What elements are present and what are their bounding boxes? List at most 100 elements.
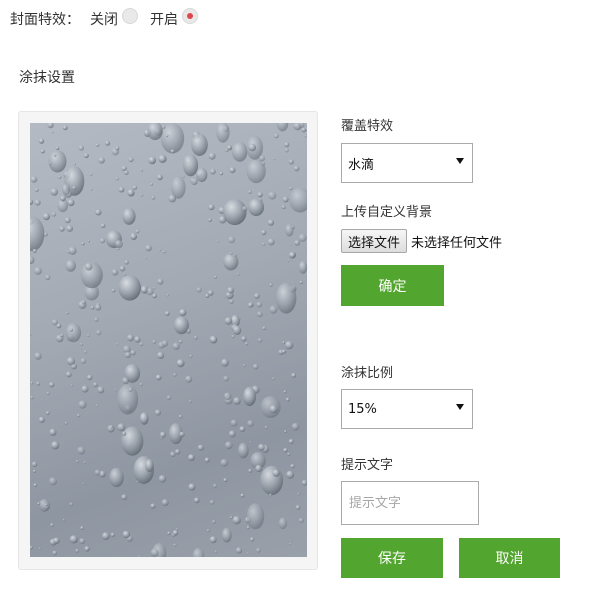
water-drop: [81, 299, 86, 305]
water-drop: [233, 325, 242, 335]
water-drop: [38, 547, 41, 550]
water-drop: [49, 382, 55, 388]
water-drop: [83, 153, 89, 159]
water-drop: [127, 189, 135, 197]
water-drop: [281, 205, 286, 210]
water-drop: [232, 142, 248, 162]
water-drop: [150, 182, 154, 186]
water-drop: [172, 530, 179, 536]
smear-ratio-select[interactable]: 15%: [341, 389, 473, 429]
water-drop: [299, 280, 303, 285]
water-drop: [81, 242, 85, 246]
water-drop: [68, 246, 77, 255]
water-drop: [30, 256, 35, 265]
water-drop: [114, 240, 123, 249]
water-drop: [214, 550, 218, 553]
cancel-button[interactable]: 取消: [459, 538, 560, 578]
water-drop: [290, 464, 295, 469]
water-drop: [269, 493, 272, 497]
water-drop: [282, 196, 289, 203]
water-drop: [50, 522, 55, 528]
cover-effect-on-option[interactable]: 开启: [150, 8, 198, 29]
water-drop: [30, 216, 45, 252]
water-drop: [95, 209, 102, 216]
water-drop: [293, 123, 302, 131]
smear-ratio-label: 涂抹比例: [341, 366, 394, 381]
water-drop: [240, 493, 245, 498]
water-drop: [48, 150, 67, 173]
water-drop: [257, 192, 263, 198]
cover-effect-off-option[interactable]: 关闭: [90, 8, 138, 29]
water-drop: [30, 395, 34, 400]
water-drop: [272, 469, 280, 477]
water-drop: [168, 194, 177, 203]
water-drop: [67, 199, 75, 207]
water-drop: [94, 317, 99, 322]
water-drop: [295, 505, 301, 510]
water-drop: [189, 354, 193, 358]
water-drop: [173, 316, 189, 335]
cover-effect-on-radio[interactable]: [182, 8, 198, 24]
choose-file-button[interactable]: 选择文件: [341, 229, 408, 253]
water-drop: [80, 526, 84, 530]
water-drop: [150, 548, 159, 557]
water-drop: [269, 283, 273, 287]
water-drop: [30, 199, 34, 205]
water-drop: [51, 319, 58, 326]
water-drop: [122, 530, 130, 539]
water-drop: [247, 302, 253, 308]
water-drop: [130, 233, 137, 240]
water-drop: [229, 299, 234, 304]
water-drop: [267, 219, 274, 226]
water-drop: [161, 340, 169, 347]
water-drop: [30, 545, 33, 550]
water-drop: [284, 430, 287, 433]
water-drop: [175, 527, 179, 531]
water-drop: [189, 400, 192, 403]
water-drop: [95, 304, 102, 311]
water-drop: [242, 206, 248, 212]
water-drop: [135, 229, 140, 234]
overlay-effect-select[interactable]: 水滴: [341, 143, 473, 183]
water-drop: [70, 384, 73, 387]
water-drop: [218, 216, 227, 224]
water-drop: [285, 341, 294, 350]
water-drop: [100, 223, 106, 229]
water-drop: [235, 547, 243, 554]
water-drop: [40, 149, 45, 154]
water-drop: [150, 503, 156, 509]
cover-effect-off-label: 关闭: [90, 12, 118, 28]
water-drop: [247, 420, 254, 427]
water-drop: [197, 444, 204, 451]
water-drop: [80, 342, 84, 346]
save-button[interactable]: 保存: [341, 538, 443, 578]
water-drop: [267, 238, 275, 246]
water-drop: [301, 127, 307, 133]
water-drop: [227, 145, 232, 151]
water-drop: [304, 135, 307, 138]
water-drop: [122, 207, 136, 225]
water-drop: [81, 385, 89, 393]
upload-background-label: 上传自定义背景: [341, 205, 433, 220]
water-drop: [224, 317, 233, 325]
water-drop: [72, 185, 77, 191]
water-drop: [269, 405, 278, 414]
water-drop: [221, 358, 229, 367]
water-drop: [301, 479, 307, 486]
hint-text-input[interactable]: [341, 481, 479, 525]
water-drop: [294, 239, 301, 246]
water-drop: [298, 260, 307, 274]
water-drop: [69, 535, 78, 544]
water-drop: [90, 188, 93, 191]
water-drop: [99, 238, 106, 244]
water-drop: [77, 446, 86, 455]
water-drop: [206, 529, 210, 533]
confirm-button[interactable]: 确定: [341, 265, 444, 306]
water-drop: [62, 183, 71, 196]
cover-effect-off-radio[interactable]: [122, 8, 138, 24]
water-drop: [122, 377, 130, 385]
cover-effect-on-label: 开启: [150, 12, 178, 28]
water-drop: [95, 404, 99, 407]
water-drop: [230, 419, 238, 427]
water-drop: [110, 532, 116, 537]
